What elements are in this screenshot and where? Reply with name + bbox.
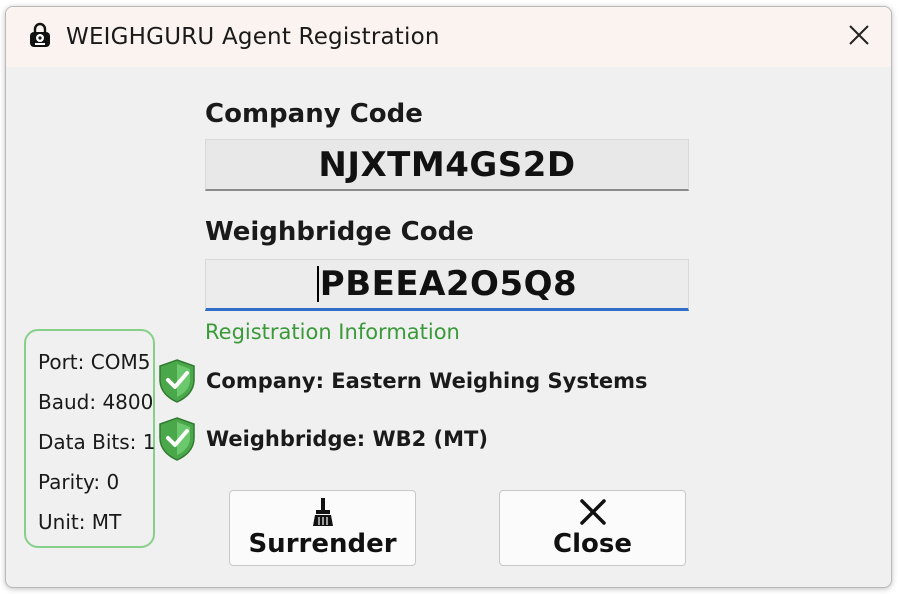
connection-settings-panel: Port: COM5 Baud: 4800 Data Bits: 1 Parit… (24, 329, 155, 548)
weighbridge-code-value: PBEEA2O5Q8 (319, 264, 578, 304)
baud-setting: Baud: 4800 (38, 390, 154, 414)
title-bar[interactable]: WEIGHGURU Agent Registration (6, 7, 891, 67)
weighbridge-status-text: Weighbridge: WB2 (MT) (206, 427, 488, 451)
window-title: WEIGHGURU Agent Registration (66, 24, 440, 50)
parity-setting: Parity: 0 (38, 470, 120, 494)
close-icon[interactable] (847, 23, 871, 47)
weighbridge-code-label: Weighbridge Code (205, 217, 474, 247)
company-status-text: Company: Eastern Weighing Systems (206, 369, 648, 393)
close-icon (579, 499, 606, 525)
unit-setting: Unit: MT (38, 510, 122, 534)
port-setting: Port: COM5 (38, 350, 151, 374)
check-shield-icon (159, 417, 195, 461)
company-code-value: NJXTM4GS2D (318, 144, 576, 185)
surrender-button[interactable]: Surrender (229, 490, 416, 566)
close-button-label: Close (553, 529, 632, 559)
company-code-field[interactable]: NJXTM4GS2D (205, 139, 689, 191)
data-bits-setting: Data Bits: 1 (38, 430, 156, 454)
check-shield-icon (159, 359, 195, 403)
close-button[interactable]: Close (499, 490, 686, 566)
company-status-row: Company: Eastern Weighing Systems (156, 356, 648, 406)
surrender-button-label: Surrender (248, 529, 397, 559)
broom-icon (312, 498, 333, 526)
weighbridge-code-field[interactable]: PBEEA2O5Q8 (205, 259, 689, 311)
weighbridge-status-row: Weighbridge: WB2 (MT) (156, 414, 488, 464)
company-code-label: Company Code (205, 99, 423, 129)
text-caret (316, 266, 319, 302)
registration-window: WEIGHGURU Agent Registration Company Cod… (5, 6, 892, 588)
registration-info-heading: Registration Information (205, 320, 460, 344)
padlock-icon (30, 22, 50, 47)
